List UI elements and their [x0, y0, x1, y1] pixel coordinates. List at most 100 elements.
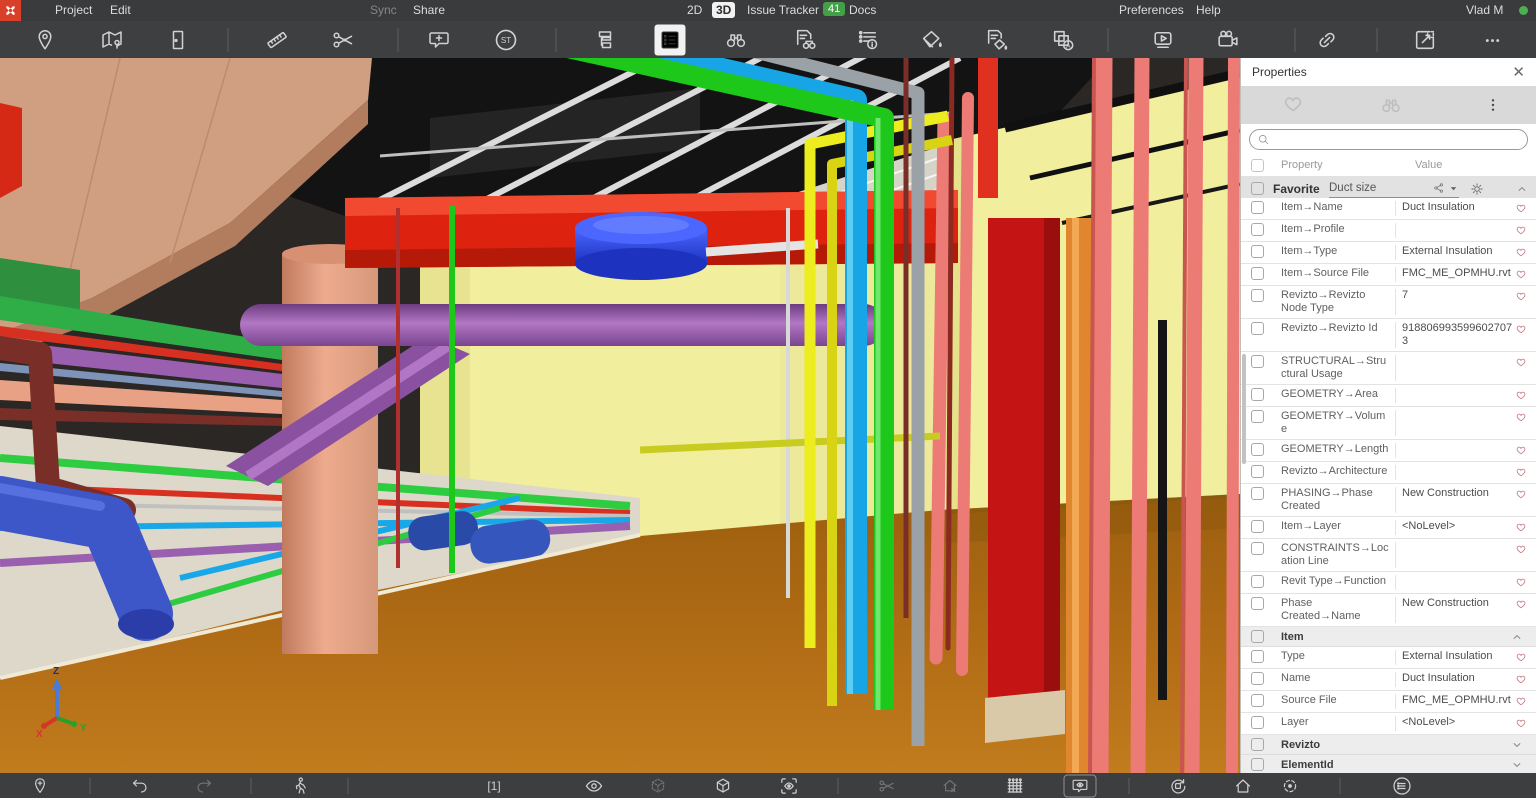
favorite-checkbox[interactable] [1251, 182, 1264, 195]
property-row[interactable]: PHASING→Phase Created New Construction [1241, 484, 1536, 517]
menu-help[interactable]: Help [1196, 3, 1221, 17]
favorite-heart-icon[interactable] [1514, 487, 1536, 502]
add-viewpoint-icon[interactable] [30, 776, 50, 796]
panel-scrollbar[interactable] [1242, 354, 1246, 464]
isolate-view-icon[interactable] [779, 775, 800, 796]
paint-bucket-icon[interactable] [919, 27, 945, 53]
binoculars-filter-icon[interactable] [1378, 92, 1404, 118]
row-checkbox[interactable] [1251, 542, 1264, 555]
walk-mode-icon[interactable] [290, 776, 310, 796]
menu-preferences[interactable]: Preferences [1119, 3, 1184, 17]
search-properties-icon[interactable] [792, 27, 818, 53]
property-row[interactable]: Item→Name Duct Insulation [1241, 198, 1536, 220]
menu-project[interactable]: Project [55, 3, 92, 17]
property-row[interactable]: Revizto→Revizto Id 9188069935996027073 [1241, 319, 1536, 352]
row-checkbox[interactable] [1251, 520, 1264, 533]
search-input[interactable] [1274, 134, 1520, 146]
list-info-icon[interactable] [855, 27, 881, 53]
menu-docs[interactable]: Docs [849, 3, 876, 17]
property-row[interactable]: Item→Profile [1241, 220, 1536, 242]
favorite-heart-icon[interactable] [1514, 542, 1536, 557]
property-row[interactable]: CONSTRAINTS→Location Line [1241, 539, 1536, 572]
property-row[interactable]: Item→Type External Insulation [1241, 242, 1536, 264]
properties-list-icon[interactable] [655, 24, 686, 55]
comment-visibility-icon[interactable] [1064, 774, 1097, 797]
property-row[interactable]: Item→Layer <NoLevel> [1241, 517, 1536, 539]
property-row[interactable]: Type External Insulation [1241, 647, 1536, 669]
row-checkbox[interactable] [1251, 223, 1264, 236]
grid-icon[interactable] [1005, 775, 1026, 796]
favorite-heart-icon[interactable] [1514, 650, 1536, 665]
select-all-checkbox[interactable] [1251, 159, 1264, 172]
orbit-reset-icon[interactable] [1168, 776, 1188, 796]
section-row[interactable]: Revizto [1241, 735, 1536, 755]
row-checkbox[interactable] [1251, 575, 1264, 588]
row-checkbox[interactable] [1251, 201, 1264, 214]
property-row[interactable]: Item→Source File FMC_ME_OPMHU.rvt [1241, 264, 1536, 286]
property-row[interactable]: Source File FMC_ME_OPMHU.rvt [1241, 691, 1536, 713]
ruler-icon[interactable] [265, 27, 290, 52]
row-checkbox[interactable] [1251, 245, 1264, 258]
property-row[interactable]: Revizto→Revizto Node Type 7 [1241, 286, 1536, 319]
object-tree-icon[interactable] [593, 27, 618, 52]
property-row[interactable]: GEOMETRY→Area [1241, 385, 1536, 407]
favorite-heart-icon[interactable] [1514, 289, 1536, 304]
favorite-heart-icon[interactable] [1514, 245, 1536, 260]
kebab-menu-icon[interactable] [1484, 96, 1502, 114]
row-checkbox[interactable] [1251, 716, 1264, 729]
favorite-heart-icon[interactable] [1514, 465, 1536, 480]
property-row[interactable]: GEOMETRY→Volume [1241, 407, 1536, 440]
search-box[interactable] [1249, 129, 1528, 150]
row-checkbox[interactable] [1251, 443, 1264, 456]
menu-edit[interactable]: Edit [110, 3, 131, 17]
appearance-templates-icon[interactable]: A [1050, 27, 1076, 53]
paint-properties-icon[interactable] [984, 27, 1010, 53]
chevron-up-icon[interactable] [1515, 182, 1529, 196]
property-row[interactable]: GEOMETRY→Length [1241, 440, 1536, 462]
section-checkbox[interactable] [1251, 738, 1264, 751]
row-checkbox[interactable] [1251, 597, 1264, 610]
link-icon[interactable] [1314, 27, 1340, 53]
row-checkbox[interactable] [1251, 465, 1264, 478]
property-row[interactable]: Phase Created→Name New Construction [1241, 594, 1536, 627]
favorite-heart-icon[interactable] [1514, 575, 1536, 590]
section-row[interactable]: ElementId [1241, 755, 1536, 773]
more-icon[interactable] [1479, 27, 1505, 53]
section-chevron-icon[interactable] [1510, 758, 1536, 772]
location-pin-icon[interactable] [33, 27, 58, 52]
app-logo-icon[interactable] [0, 0, 21, 21]
section-row[interactable]: Item [1241, 627, 1536, 647]
add-comment-icon[interactable] [428, 27, 453, 52]
property-row[interactable]: Revit Type→Function [1241, 572, 1536, 594]
property-row[interactable]: Revizto→Architecture [1241, 462, 1536, 484]
cube-icon[interactable] [713, 776, 733, 796]
row-checkbox[interactable] [1251, 355, 1264, 368]
section-checkbox[interactable] [1251, 758, 1264, 771]
section-chevron-icon[interactable] [1510, 630, 1536, 644]
row-checkbox[interactable] [1251, 267, 1264, 280]
binoculars-icon[interactable] [724, 27, 749, 52]
favorite-preset-dropdown[interactable]: Duct size [1329, 179, 1459, 198]
export-view-icon[interactable] [1412, 27, 1438, 53]
stamp-icon[interactable]: ST [493, 26, 520, 53]
toggle-2d[interactable]: 2D [687, 3, 702, 17]
door-icon[interactable] [166, 27, 191, 52]
scissors-icon[interactable] [331, 27, 356, 52]
favorite-heart-icon[interactable] [1514, 223, 1536, 238]
property-row[interactable]: Name Duct Insulation [1241, 669, 1536, 691]
favorite-heart-icon[interactable] [1514, 716, 1536, 731]
section-checkbox[interactable] [1251, 630, 1264, 643]
row-checkbox[interactable] [1251, 672, 1264, 685]
heart-filter-icon[interactable] [1280, 92, 1306, 118]
focus-icon[interactable] [1280, 776, 1300, 796]
row-checkbox[interactable] [1251, 487, 1264, 500]
viewport-3d[interactable]: Z X Y [0, 58, 1240, 773]
close-icon[interactable]: ✕ [1512, 65, 1525, 80]
favorite-heart-icon[interactable] [1514, 443, 1536, 458]
viewpoint-counter[interactable]: [1] [487, 779, 500, 793]
row-checkbox[interactable] [1251, 388, 1264, 401]
favorite-heart-icon[interactable] [1514, 355, 1536, 370]
favorite-heart-icon[interactable] [1514, 201, 1536, 216]
video-icon[interactable] [1150, 27, 1176, 53]
favorite-heart-icon[interactable] [1514, 672, 1536, 687]
